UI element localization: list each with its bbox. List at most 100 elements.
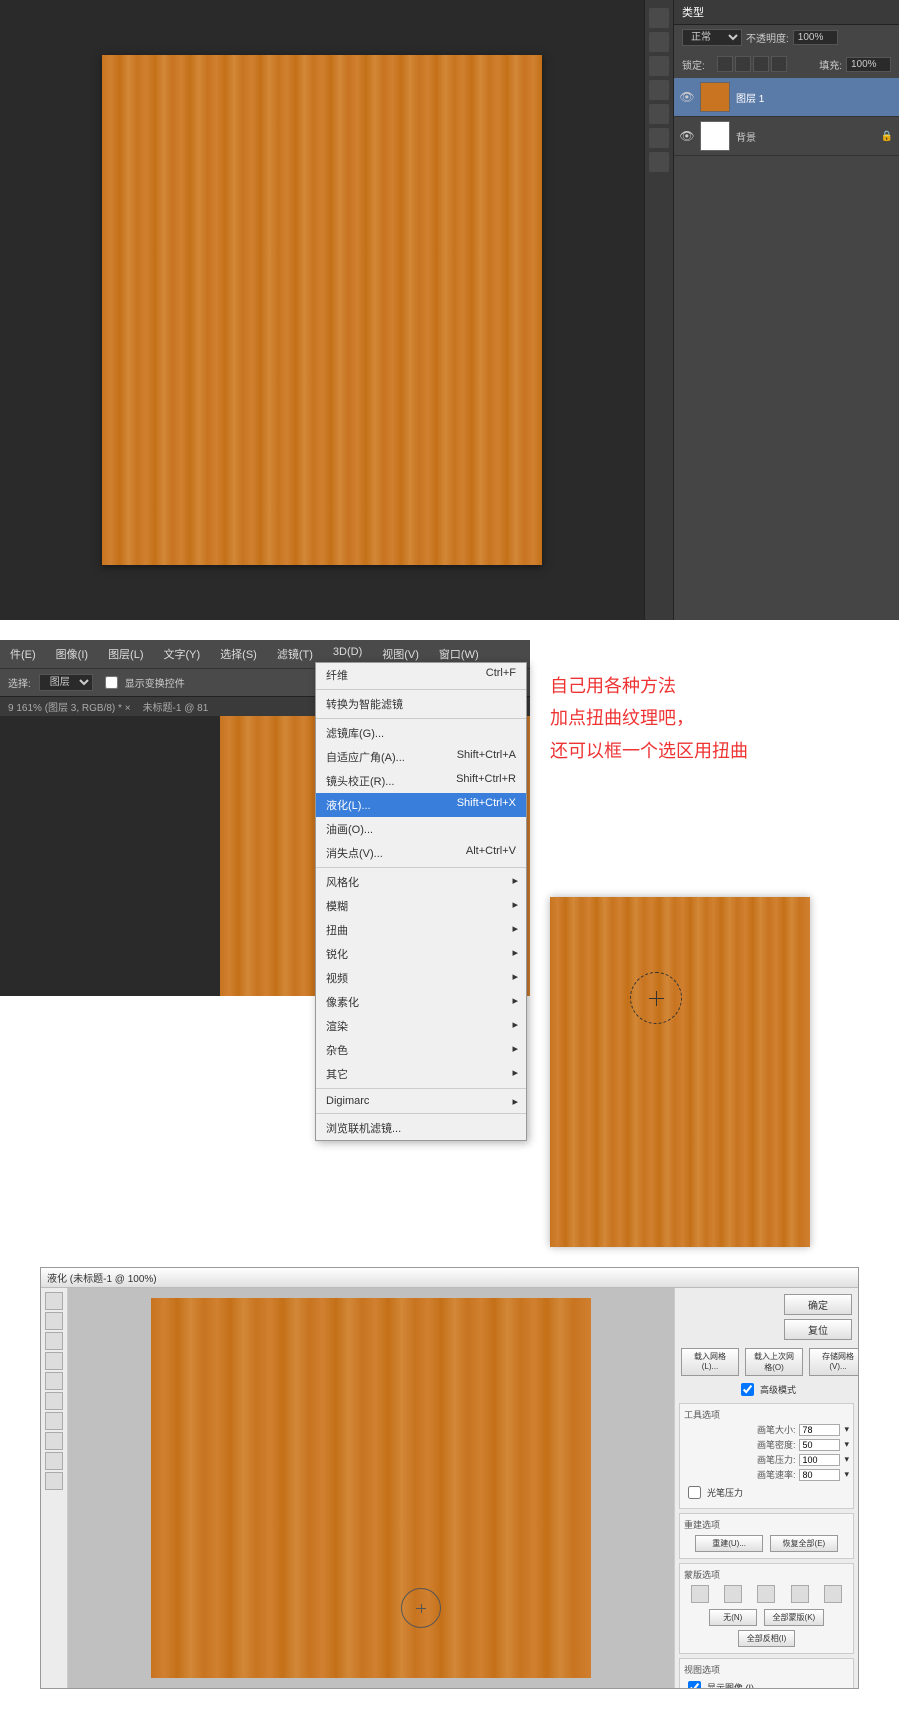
wood-with-selection	[550, 897, 810, 1247]
save-mesh-button[interactable]: 存储网格(V)...	[809, 1348, 858, 1376]
liquify-dialog: 液化 (未标题-1 @ 100%) 确定 复位 载入网格(L)...	[40, 1267, 859, 1689]
mask-icon[interactable]	[757, 1585, 775, 1603]
dropdown-item[interactable]: Digimarc	[316, 1091, 526, 1111]
document-tab[interactable]: 未标题-1 @ 81	[143, 699, 209, 714]
dropdown-item[interactable]: 纤维Ctrl+F	[316, 663, 526, 687]
dropdown-item[interactable]: 锐化	[316, 942, 526, 966]
dropdown-item[interactable]: 其它	[316, 1062, 526, 1086]
dropdown-item[interactable]: 杂色	[316, 1038, 526, 1062]
ok-button[interactable]: 确定	[784, 1294, 852, 1315]
brush-cursor	[401, 1588, 441, 1628]
pucker-tool-icon[interactable]	[45, 1352, 63, 1370]
checkbox[interactable]	[105, 676, 118, 689]
lock-position-icon[interactable]	[753, 56, 769, 72]
zoom-tool-icon[interactable]	[45, 1472, 63, 1490]
mask-all-button[interactable]: 全部蒙版(K)	[764, 1609, 825, 1626]
hand-tool-icon[interactable]	[45, 1452, 63, 1470]
dropdown-item[interactable]: 油画(O)...	[316, 817, 526, 841]
dropdown-item[interactable]: 消失点(V)...Alt+Ctrl+V	[316, 841, 526, 865]
mask-icon[interactable]	[824, 1585, 842, 1603]
layer-name: 背景	[736, 129, 756, 144]
load-mesh-button[interactable]: 载入网格(L)...	[681, 1348, 739, 1376]
bloat-tool-icon[interactable]	[45, 1372, 63, 1390]
push-left-tool-icon[interactable]	[45, 1392, 63, 1410]
opacity-input[interactable]	[793, 30, 838, 45]
menu-item[interactable]: 3D(D)	[323, 644, 372, 664]
menu-item[interactable]: 窗口(W)	[429, 644, 489, 664]
layer-row[interactable]: 👁 背景 🔒	[674, 117, 899, 156]
visibility-eye-icon[interactable]: 👁	[680, 129, 694, 143]
dropdown-item[interactable]: 风格化	[316, 870, 526, 894]
lock-icon: 🔒	[881, 131, 893, 142]
dropdown-item[interactable]: 扭曲	[316, 918, 526, 942]
panel-tab-type[interactable]: 类型	[682, 4, 704, 20]
advanced-mode-check[interactable]	[741, 1383, 754, 1396]
reconstruct-button[interactable]: 重建(U)...	[695, 1535, 763, 1552]
fill-input[interactable]	[846, 57, 891, 72]
select-target[interactable]: 图层	[39, 674, 93, 691]
forward-warp-tool-icon[interactable]	[45, 1292, 63, 1310]
dropdown-item[interactable]: 液化(L)...Shift+Ctrl+X	[316, 793, 526, 817]
blend-mode-select[interactable]: 正常	[682, 29, 742, 46]
dropdown-item[interactable]: 像素化	[316, 990, 526, 1014]
layer-thumbnail[interactable]	[700, 121, 730, 151]
stylus-pressure-check[interactable]	[688, 1486, 701, 1499]
dropdown-item[interactable]: 滤镜库(G)...	[316, 721, 526, 745]
menu-item[interactable]: 选择(S)	[210, 644, 267, 664]
menu-item[interactable]: 件(E)	[0, 644, 46, 664]
dropdown-item[interactable]: 自适应广角(A)...Shift+Ctrl+A	[316, 745, 526, 769]
lock-transparency-icon[interactable]	[717, 56, 733, 72]
reconstruct-tool-icon[interactable]	[45, 1312, 63, 1330]
menu-item[interactable]: 滤镜(T)	[267, 644, 323, 664]
mask-options-group: 蒙版选项 无(N) 全部蒙版(K) 全部反相(I)	[679, 1563, 854, 1654]
liquify-preview[interactable]	[68, 1288, 674, 1688]
photoshop-main-window: 类型 正常 不透明度: 锁定: 填充: 👁图层 1👁背景🔒	[0, 0, 899, 620]
lock-all-icon[interactable]	[771, 56, 787, 72]
layer-row[interactable]: 👁图层 1	[674, 78, 899, 117]
dropdown-item[interactable]: 视频	[316, 966, 526, 990]
freeze-mask-tool-icon[interactable]	[45, 1412, 63, 1430]
tool-icon[interactable]	[649, 80, 669, 100]
dropdown-item[interactable]: 镜头校正(R)...Shift+Ctrl+R	[316, 769, 526, 793]
reconstruct-group: 重建选项 重建(U)... 恢复全部(E)	[679, 1513, 854, 1559]
show-image-check[interactable]	[688, 1681, 701, 1688]
menu-item[interactable]: 图像(I)	[46, 644, 98, 664]
wood-texture-canvas[interactable]	[102, 55, 542, 565]
filter-menu-screenshot: 件(E)图像(I)图层(L)文字(Y)选择(S)滤镜(T)3D(D)视图(V)窗…	[0, 640, 530, 996]
tool-icon[interactable]	[649, 32, 669, 52]
mask-icon[interactable]	[691, 1585, 709, 1603]
invert-all-button[interactable]: 全部反相(I)	[738, 1630, 796, 1647]
document-tab[interactable]: 9 161% (图层 3, RGB/8) * ×	[8, 699, 131, 714]
thaw-mask-tool-icon[interactable]	[45, 1432, 63, 1450]
fill-label: 填充:	[819, 57, 842, 72]
mask-none-button[interactable]: 无(N)	[709, 1609, 757, 1626]
restore-all-button[interactable]: 恢复全部(E)	[770, 1535, 838, 1552]
menu-item[interactable]: 视图(V)	[372, 644, 429, 664]
dropdown-item[interactable]: 模糊	[316, 894, 526, 918]
visibility-eye-icon[interactable]: 👁	[680, 90, 694, 104]
brush-density-input[interactable]	[799, 1439, 840, 1451]
mask-icon[interactable]	[724, 1585, 742, 1603]
lock-pixels-icon[interactable]	[735, 56, 751, 72]
tool-icon[interactable]	[649, 128, 669, 148]
layer-thumbnail[interactable]	[700, 82, 730, 112]
twirl-tool-icon[interactable]	[45, 1332, 63, 1350]
tool-icon[interactable]	[649, 152, 669, 172]
dropdown-item[interactable]: 浏览联机滤镜...	[316, 1116, 526, 1140]
tool-icon[interactable]	[649, 104, 669, 124]
menu-item[interactable]: 图层(L)	[98, 644, 153, 664]
brush-rate-input[interactable]	[799, 1469, 840, 1481]
brush-size-input[interactable]	[799, 1424, 840, 1436]
menu-item[interactable]: 文字(Y)	[154, 644, 211, 664]
tool-icon[interactable]	[649, 56, 669, 76]
brush-pressure-input[interactable]	[799, 1454, 840, 1466]
cancel-button[interactable]: 复位	[784, 1319, 852, 1340]
mask-icon[interactable]	[791, 1585, 809, 1603]
opacity-label: 不透明度:	[746, 30, 789, 45]
tool-icon[interactable]	[649, 8, 669, 28]
layers-panel: 类型 正常 不透明度: 锁定: 填充: 👁图层 1👁背景🔒	[673, 0, 899, 620]
dropdown-item[interactable]: 渲染	[316, 1014, 526, 1038]
dropdown-item[interactable]: 转换为智能滤镜	[316, 692, 526, 716]
show-transform-check[interactable]: 显示变换控件	[101, 673, 185, 692]
load-last-mesh-button[interactable]: 载入上次网格(O)	[745, 1348, 803, 1376]
